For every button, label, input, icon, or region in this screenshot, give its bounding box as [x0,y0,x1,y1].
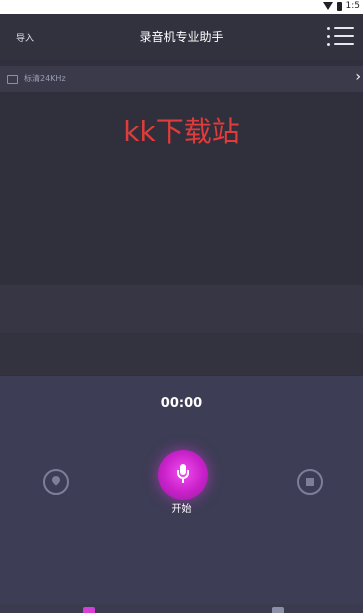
page-title: 录音机专业助手 [139,30,224,44]
stop-button[interactable] [297,469,323,495]
stop-icon [306,478,314,486]
status-bar: 1:5 [0,0,363,14]
recorder-controls: 00:00 开始 [0,376,363,613]
wifi-icon [322,2,333,10]
waveform-band [0,285,363,333]
waveform-area: kk下载站 [0,95,363,375]
record-button[interactable] [158,450,208,500]
location-pin-icon [50,474,62,486]
menu-icon[interactable] [327,24,357,48]
marker-button[interactable] [43,469,69,495]
watermark-text: kk下载站 [123,115,240,148]
tab-record-icon[interactable] [83,607,95,613]
microphone-icon [177,464,189,486]
tab-files-icon[interactable] [272,607,284,613]
bottom-nav [0,604,363,613]
status-time: 1:5 [345,1,360,11]
sample-rate-selector[interactable]: 标清24KHz › [0,66,363,92]
sample-rate-label: 标清24KHz [24,74,66,83]
app-header: 导入 录音机专业助手 [0,14,363,60]
record-button-label: 开始 [171,504,192,515]
waveform-band [0,333,363,375]
chevron-right-icon[interactable]: › [355,69,361,85]
quality-icon [7,75,18,84]
battery-icon [336,1,342,11]
recording-timer: 00:00 [160,396,203,411]
